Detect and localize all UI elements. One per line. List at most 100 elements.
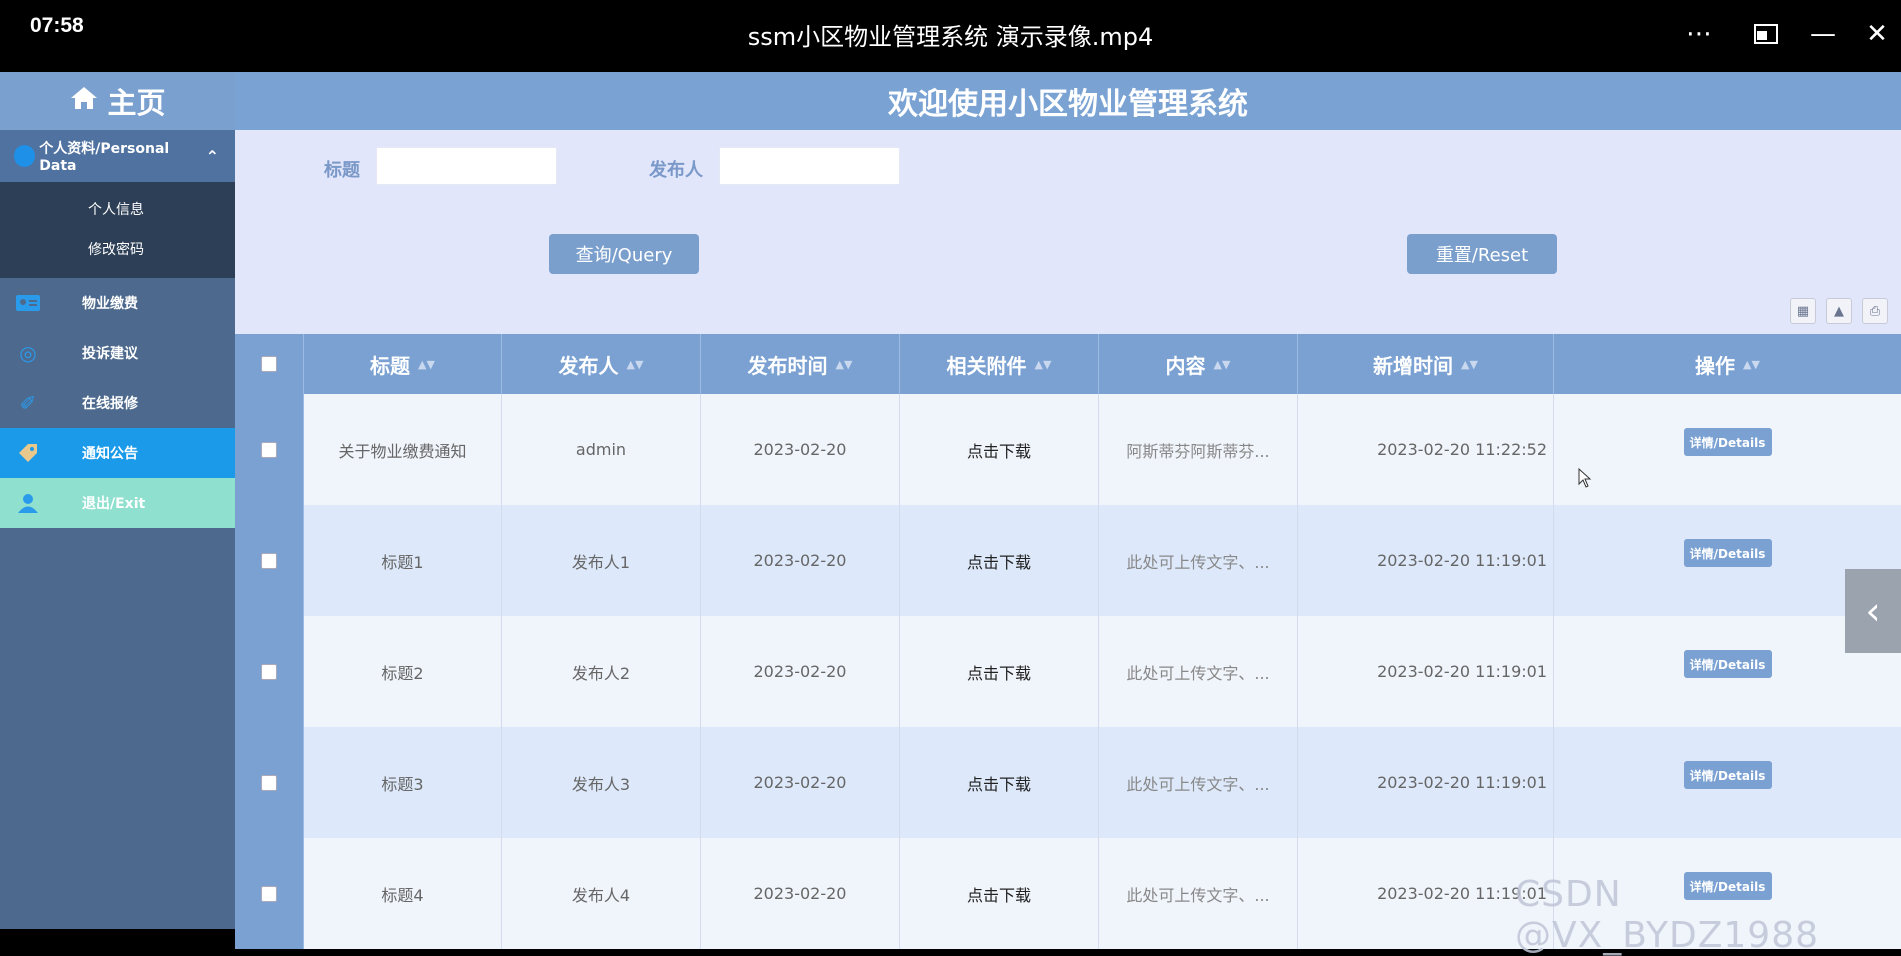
- download-link[interactable]: 点击下载: [967, 549, 1031, 573]
- sidebar-item-label: 退出/Exit: [82, 496, 146, 512]
- row-select-cell: [235, 394, 304, 505]
- table-cell: 阿斯蒂芬阿斯蒂芬...: [1099, 394, 1298, 505]
- details-button[interactable]: 详情/Details: [1683, 428, 1772, 456]
- column-header-label: 标题: [370, 353, 411, 378]
- cell-content: 此处可上传文字、...: [1126, 885, 1270, 905]
- sidebar-item-personal-info[interactable]: 个人信息: [0, 190, 235, 230]
- table-cell: 2023-02-20 11:19:01: [1298, 727, 1554, 838]
- table-cell: 此处可上传文字、...: [1099, 505, 1298, 616]
- columns-icon[interactable]: ▦: [1790, 298, 1816, 324]
- chevron-up-icon: ⌃: [205, 146, 219, 166]
- table-cell: 详情/Details: [1554, 727, 1901, 838]
- sort-icon: ▲▼: [835, 357, 853, 371]
- sidebar-item-notices[interactable]: 通知公告: [0, 428, 235, 478]
- sidebar-item-complaints[interactable]: ◎ 投诉建议: [0, 328, 235, 378]
- select-all-cell: [235, 334, 304, 394]
- table-cell: 发布人4: [502, 838, 701, 949]
- row-select-cell: [235, 616, 304, 727]
- table-cell: 2023-02-20: [701, 394, 900, 505]
- column-header[interactable]: 新增时间 ▲▼: [1298, 334, 1554, 394]
- cell-date: 2023-02-20: [753, 440, 847, 459]
- column-header[interactable]: 标题 ▲▼: [304, 334, 502, 394]
- row-select-cell: [235, 838, 304, 949]
- wrench-icon: ✐: [19, 391, 37, 415]
- home-label: 主页: [107, 86, 166, 120]
- collapse-panel-tab[interactable]: ‹: [1845, 569, 1901, 653]
- row-checkbox[interactable]: [261, 552, 277, 569]
- table-cell: admin: [502, 394, 701, 505]
- table-cell: 关于物业缴费通知: [304, 394, 502, 505]
- table-cell: 2023-02-20 11:19:01: [1298, 616, 1554, 727]
- cell-publisher: admin: [575, 440, 627, 459]
- column-header[interactable]: 内容 ▲▼: [1099, 334, 1298, 394]
- column-header-label: 操作: [1695, 353, 1736, 378]
- download-link[interactable]: 点击下载: [967, 771, 1031, 795]
- sidebar-item-property-fee[interactable]: 物业缴费: [0, 278, 235, 328]
- sidebar-item-repair[interactable]: ✐ 在线报修: [0, 378, 235, 428]
- select-all-checkbox[interactable]: [261, 356, 277, 372]
- details-button[interactable]: 详情/Details: [1683, 539, 1772, 567]
- table-cell: 点击下载: [900, 727, 1099, 838]
- download-link[interactable]: 点击下载: [967, 660, 1031, 684]
- user-circle-icon: [14, 145, 36, 167]
- cell-content: 此处可上传文字、...: [1126, 552, 1270, 572]
- sidebar-item-label: 在线报修: [82, 396, 138, 412]
- table-row: 标题1 发布人1 2023-02-20 点击下载 此处可上传文字、... 2023-02-…: [235, 505, 1901, 616]
- cell-title: 标题2: [381, 663, 424, 683]
- close-icon[interactable]: ✕: [1857, 14, 1897, 54]
- table-cell: 详情/Details: [1554, 394, 1901, 505]
- id-card-icon: [14, 292, 42, 314]
- cell-created: 2023-02-20 11:19:01: [1377, 551, 1547, 570]
- row-checkbox[interactable]: [261, 663, 277, 680]
- watermark: CSDN @VX_BYDZ1988: [1515, 874, 1820, 956]
- column-header[interactable]: 发布人 ▲▼: [502, 334, 701, 394]
- details-button[interactable]: 详情/Details: [1683, 761, 1772, 789]
- group-label: 个人资料/Personal Data: [39, 141, 170, 174]
- video-title: ssm小区物业管理系统 演示录像.mp4: [747, 23, 1154, 51]
- query-button[interactable]: 查询/Query: [549, 234, 699, 274]
- column-header-label: 内容: [1165, 353, 1206, 378]
- reset-button[interactable]: 重置/Reset: [1407, 234, 1557, 274]
- print-icon[interactable]: ⎙: [1862, 298, 1888, 324]
- column-header[interactable]: 相关附件 ▲▼: [900, 334, 1099, 394]
- sidebar-item-change-password[interactable]: 修改密码: [0, 230, 235, 270]
- column-header-label: 新增时间: [1373, 353, 1454, 378]
- column-header-label: 相关附件: [946, 353, 1027, 378]
- table-row: 标题2 发布人2 2023-02-20 点击下载 此处可上传文字、... 2023-02-…: [235, 616, 1901, 727]
- minimize-icon[interactable]: —: [1803, 14, 1843, 54]
- column-header[interactable]: 发布时间 ▲▼: [701, 334, 900, 394]
- mouse-cursor-icon: [1578, 468, 1592, 488]
- cell-created: 2023-02-20 11:19:01: [1377, 773, 1547, 792]
- export-icon[interactable]: ▲: [1826, 298, 1852, 324]
- sort-icon: ▲▼: [1743, 357, 1760, 371]
- title-search-input[interactable]: [376, 147, 557, 185]
- cell-title: 关于物业缴费通知: [338, 441, 467, 461]
- download-link[interactable]: 点击下载: [967, 438, 1031, 462]
- sidebar-item-label: 物业缴费: [82, 296, 138, 312]
- home-icon: [69, 84, 99, 118]
- picture-in-picture-icon[interactable]: [1746, 14, 1786, 54]
- home-link[interactable]: 主页: [0, 72, 235, 130]
- sidebar-item-exit[interactable]: 退出/Exit: [0, 478, 235, 528]
- row-checkbox[interactable]: [261, 885, 277, 902]
- row-checkbox[interactable]: [261, 441, 277, 458]
- column-header-label: 发布人: [558, 353, 619, 378]
- table-cell: 点击下载: [900, 616, 1099, 727]
- cell-created: 2023-02-20 11:19:01: [1377, 662, 1547, 681]
- sidebar-item-label: 通知公告: [82, 446, 138, 462]
- table-cell: 标题2: [304, 616, 502, 727]
- tag-icon: [14, 442, 42, 464]
- personal-data-group[interactable]: 个人资料/Personal Data ⌃: [0, 130, 235, 182]
- chevron-left-icon: ‹: [1865, 589, 1881, 633]
- publisher-field-label: 发布人: [649, 160, 703, 181]
- table-cell: 2023-02-20 11:19:01: [1298, 505, 1554, 616]
- details-button[interactable]: 详情/Details: [1683, 650, 1772, 678]
- more-icon[interactable]: ⋯: [1679, 14, 1719, 54]
- publisher-search-input[interactable]: [719, 147, 900, 185]
- sidebar: 主页 个人资料/Personal Data ⌃ 个人信息 修改密码 物业缴费 ◎…: [0, 72, 235, 929]
- table-cell: 标题4: [304, 838, 502, 949]
- download-link[interactable]: 点击下载: [967, 882, 1031, 906]
- row-checkbox[interactable]: [261, 774, 277, 791]
- table-cell: 发布人1: [502, 505, 701, 616]
- table-row: 关于物业缴费通知 admin 2023-02-20 点击下载 阿斯蒂芬阿斯蒂芬... 20…: [235, 394, 1901, 505]
